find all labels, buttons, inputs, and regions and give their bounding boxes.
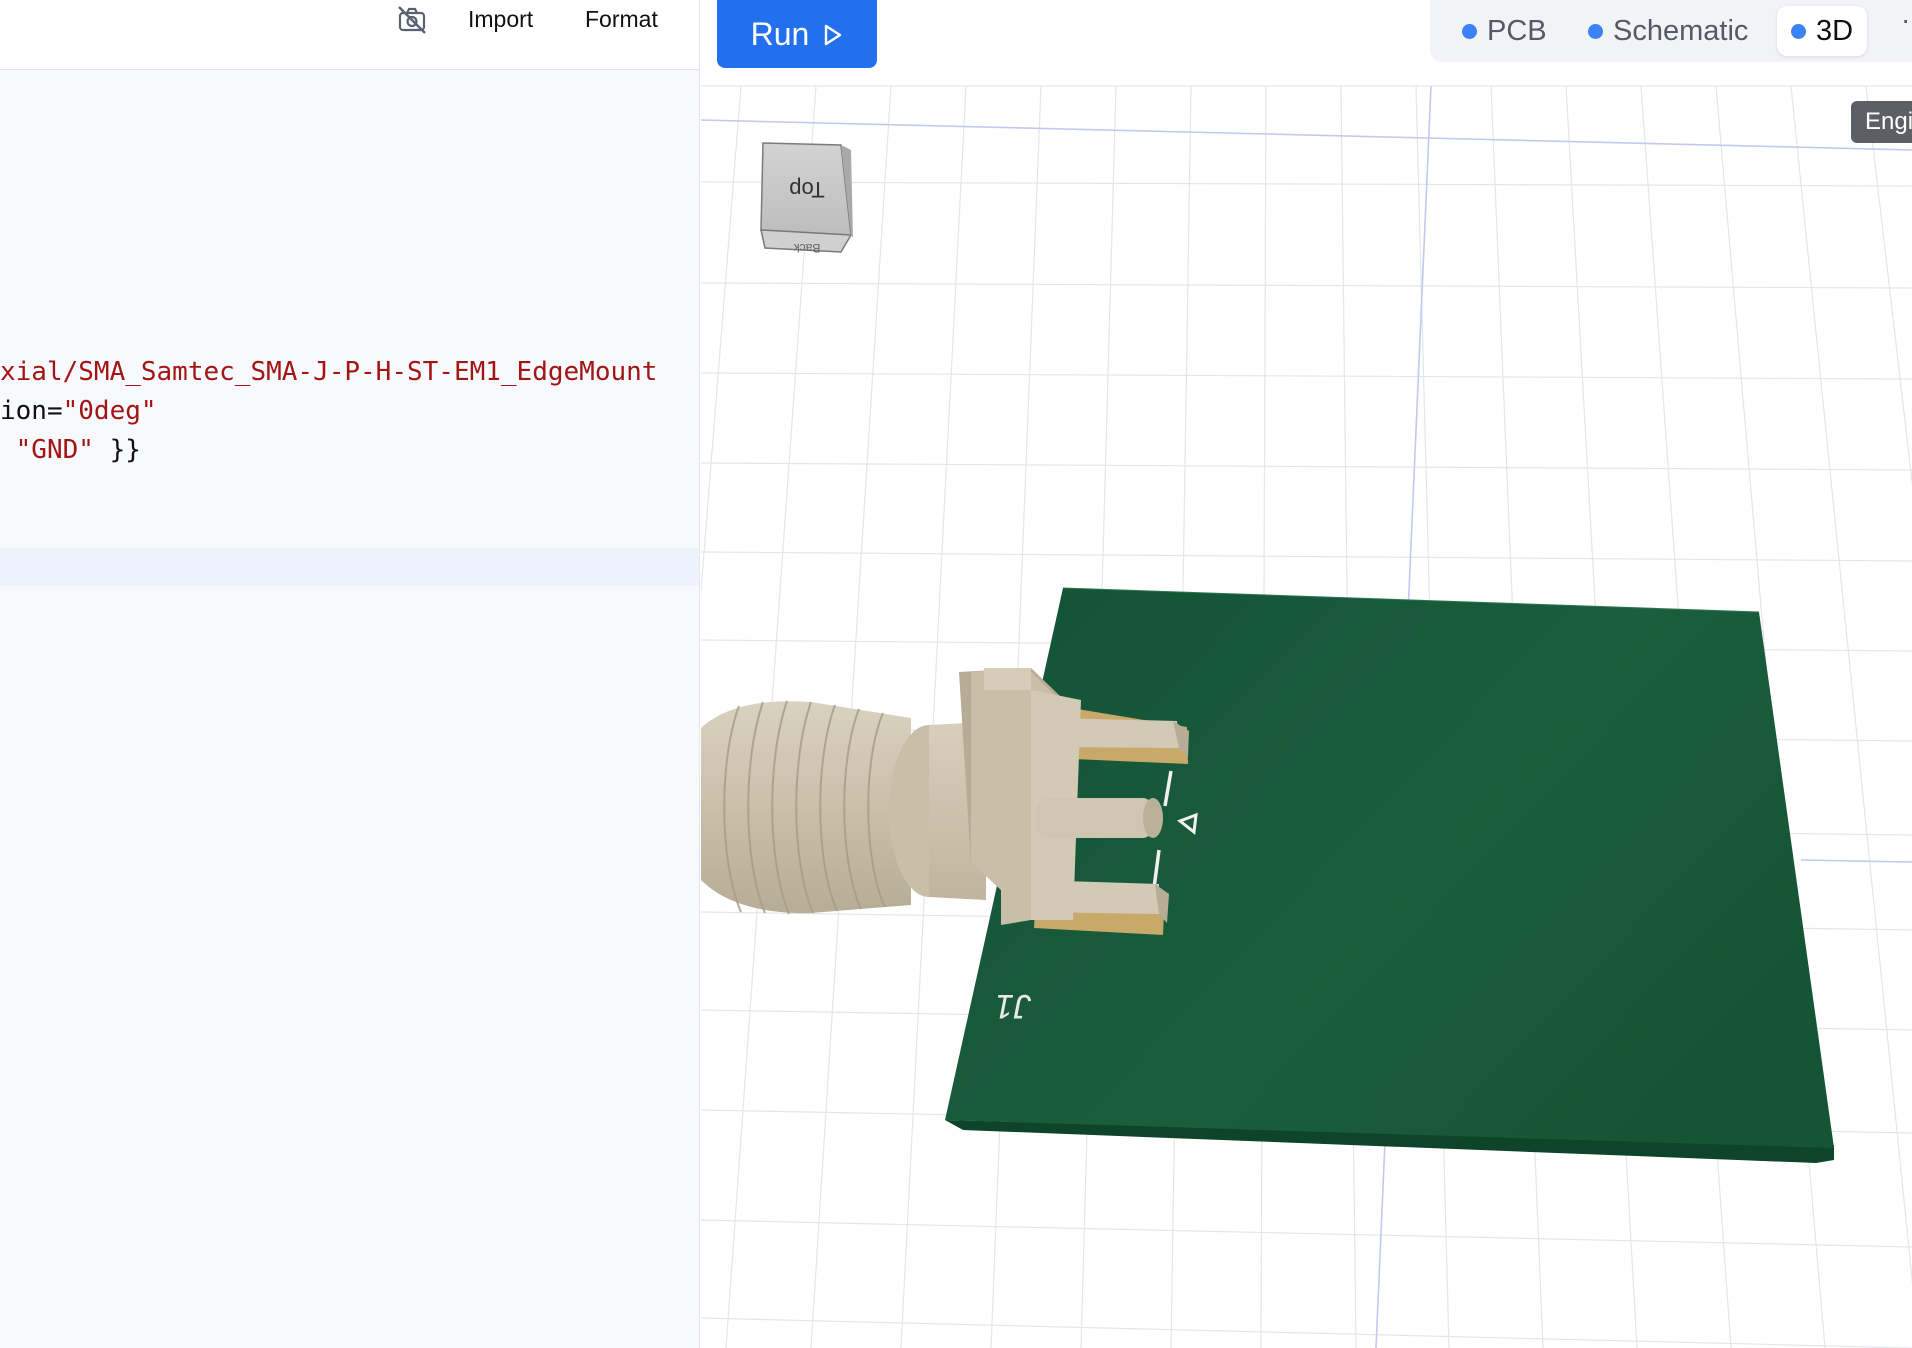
sma-threaded-barrel: [701, 700, 986, 915]
view-cube[interactable]: Top Back: [760, 142, 853, 255]
tab-label: 3D: [1816, 14, 1854, 47]
code-attr: ion=: [0, 396, 63, 426]
code-line-footprint: xial/SMA_Samtec_SMA-J-P-H-ST-EM1_EdgeMou…: [0, 352, 657, 392]
run-button-label: Run: [750, 16, 810, 52]
tab-label: PCB: [1487, 14, 1547, 47]
camera-off-icon[interactable]: [396, 4, 428, 36]
play-icon: [825, 24, 842, 45]
code-string: "0deg": [62, 396, 157, 426]
view-tab-bar: PCB Schematic 3D: [1430, 0, 1912, 62]
view-cube-top-label: Top: [789, 177, 824, 202]
active-line-highlight: [0, 548, 699, 586]
tab-status-dot: [1588, 23, 1603, 39]
code-string: "GND": [0, 435, 94, 465]
engine-badge: Engi: [1851, 101, 1912, 143]
tab-status-dot: [1462, 23, 1477, 39]
view-cube-back-label: Back: [793, 241, 821, 255]
editor-toolbar: Import Format: [0, 0, 699, 70]
tab-schematic[interactable]: Schematic: [1574, 6, 1762, 56]
tab-3d[interactable]: 3D: [1777, 6, 1868, 56]
code-line-rotation: ion="0deg": [0, 391, 157, 431]
run-button[interactable]: Run: [717, 0, 877, 68]
tab-pcb[interactable]: PCB: [1448, 6, 1561, 56]
code-string: xial/SMA_Samtec_SMA-J-P-H-ST-EM1_EdgeMou…: [0, 357, 658, 387]
code-brace: }}: [93, 435, 141, 465]
more-options-icon[interactable]: ··: [1901, 4, 1912, 36]
x-axis-line: [701, 119, 1912, 151]
format-button[interactable]: Format: [585, 6, 658, 33]
silkscreen-ref-j1: J1: [995, 987, 1032, 1025]
pcb-board[interactable]: [945, 587, 1834, 1163]
3d-viewport[interactable]: J1 Top Back: [701, 0, 1912, 1348]
3d-viewer-pane: J1 Top Back Run PCB Schematic 3D ·· Eng: [701, 0, 1912, 1348]
code-editor-pane: Import Format xial/SMA_Samtec_SMA-J-P-H-…: [0, 0, 700, 1348]
code-line-connections: "GND" }}: [0, 430, 141, 470]
tab-label: Schematic: [1613, 14, 1749, 47]
tab-status-dot: [1791, 23, 1806, 39]
x-axis-line-lower: [1800, 859, 1912, 863]
import-button[interactable]: Import: [468, 6, 533, 33]
code-area[interactable]: xial/SMA_Samtec_SMA-J-P-H-ST-EM1_EdgeMou…: [0, 70, 699, 1348]
